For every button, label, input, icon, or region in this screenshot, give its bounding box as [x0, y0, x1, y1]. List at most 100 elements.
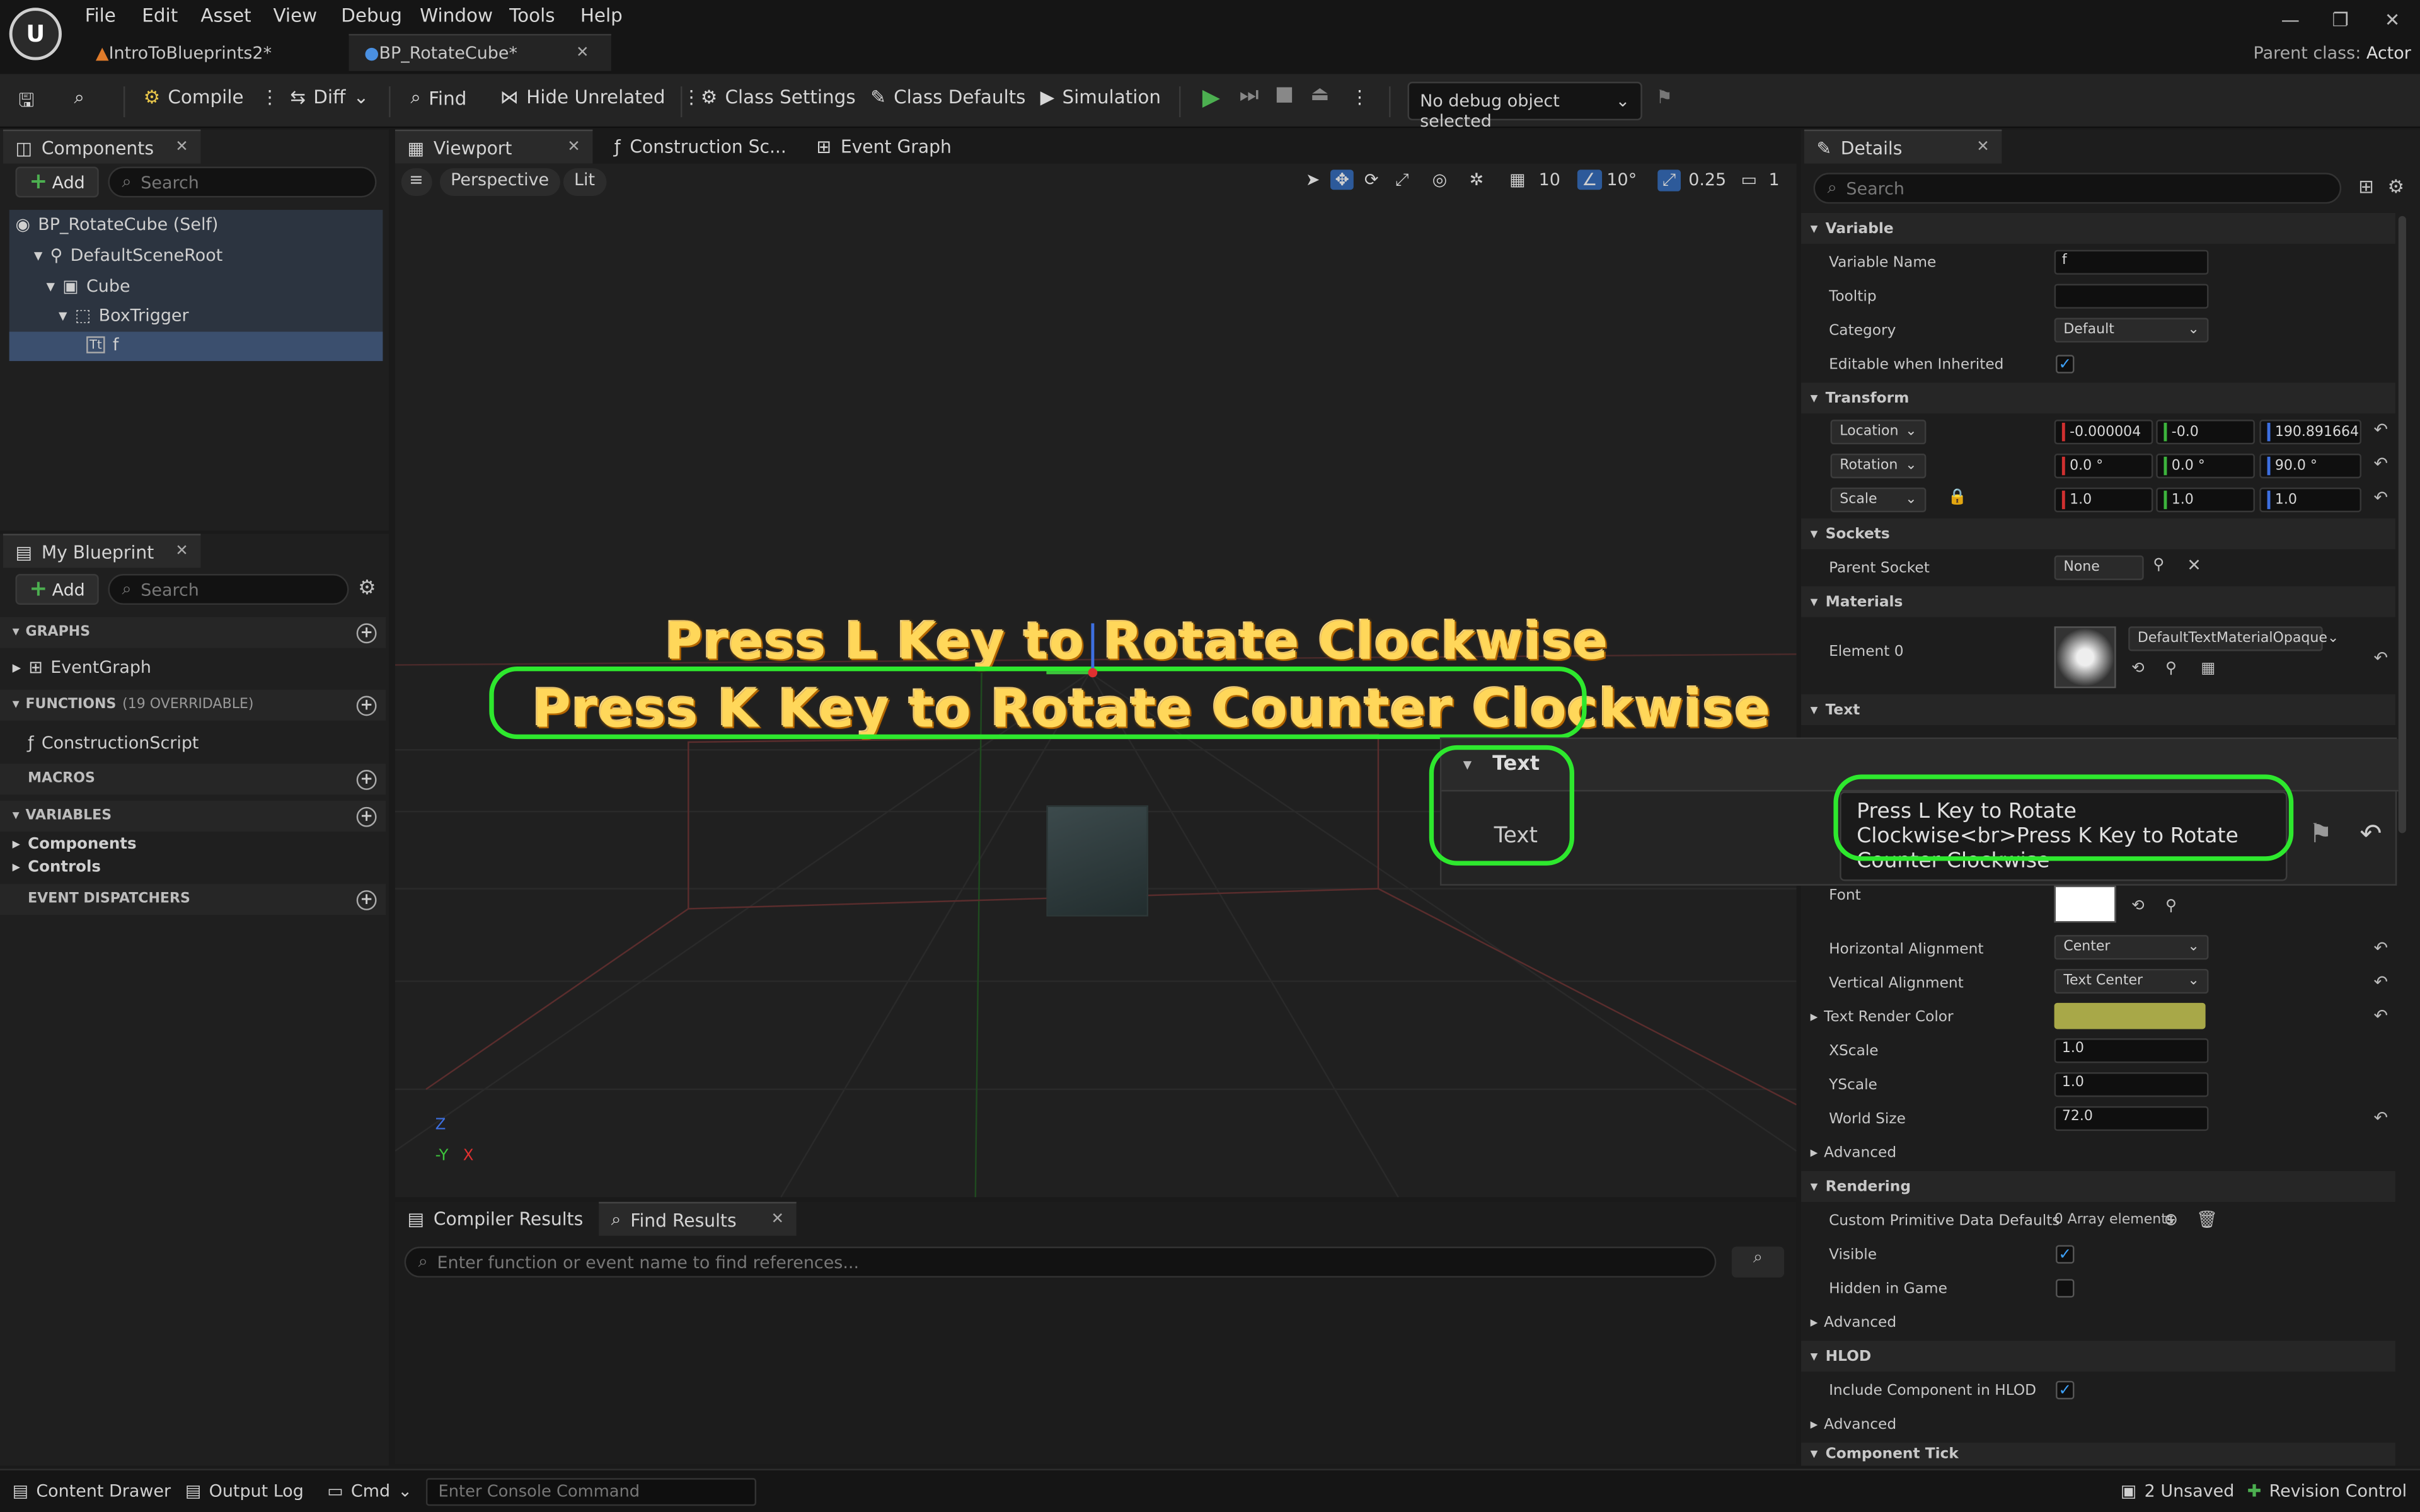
- section-component-tick[interactable]: ▾ Component Tick: [1801, 1442, 2395, 1466]
- checker-icon[interactable]: ▦: [2201, 660, 2215, 677]
- trash-icon[interactable]: 🗑: [2196, 1210, 2218, 1230]
- section-materials[interactable]: ▾ Materials: [1801, 586, 2395, 617]
- tab-viewport[interactable]: ▦ Viewport ✕: [395, 129, 593, 164]
- menu-window[interactable]: Window: [420, 4, 493, 26]
- save-icon[interactable]: 🖫: [18, 86, 34, 118]
- details-scrollbar[interactable]: [2398, 215, 2406, 833]
- section-macros[interactable]: MACROS +: [0, 764, 386, 795]
- more-options-icon[interactable]: ⋮: [1351, 86, 1369, 108]
- grid-snap-icon[interactable]: ▦: [1509, 169, 1525, 190]
- graph-item-eventgraph[interactable]: ▸ ⊞ EventGraph: [13, 657, 151, 677]
- restore-icon[interactable]: ❐: [2332, 9, 2348, 31]
- rotate-mode-icon[interactable]: ⟳: [1364, 169, 1379, 190]
- revision-control-button[interactable]: ✚ Revision Control: [2247, 1481, 2407, 1501]
- reset-to-default-icon[interactable]: ↶: [2374, 648, 2388, 668]
- tab-bp-rotatecube[interactable]: ● BP_RotateCube* ✕: [349, 33, 611, 71]
- section-text[interactable]: ▾ Text: [1801, 694, 2395, 726]
- localization-flag-icon[interactable]: ⚑: [2309, 819, 2332, 850]
- menu-help[interactable]: Help: [580, 4, 623, 26]
- rotation-y-input[interactable]: 0.0 °: [2156, 454, 2255, 479]
- menu-view[interactable]: View: [273, 4, 317, 26]
- scale-dropdown[interactable]: Scale ⌄: [1830, 487, 1927, 513]
- content-drawer-button[interactable]: ▤ Content Drawer: [13, 1481, 171, 1501]
- translate-mode-icon[interactable]: ✥: [1330, 169, 1354, 190]
- reset-to-default-icon[interactable]: ↶: [2374, 1006, 2388, 1026]
- function-item-constructionscript[interactable]: ƒ ConstructionScript: [28, 733, 199, 753]
- clear-icon[interactable]: ✕: [2187, 556, 2201, 576]
- lit-button[interactable]: Lit: [563, 168, 606, 197]
- location-z-input[interactable]: 190.891664: [2259, 420, 2361, 445]
- tab-find-results[interactable]: ⌕ Find Results ✕: [599, 1201, 797, 1236]
- rotation-x-input[interactable]: 0.0 °: [2054, 454, 2153, 479]
- tab-compiler-results[interactable]: ▤ Compiler Results: [395, 1202, 596, 1236]
- editable-checkbox[interactable]: ✓: [2056, 355, 2075, 374]
- browse-icon[interactable]: ⚲: [2165, 898, 2177, 915]
- menu-debug[interactable]: Debug: [341, 4, 402, 26]
- more-options-icon[interactable]: ⋮: [682, 86, 700, 108]
- debug-object-dropdown[interactable]: No debug object selected ⌄: [1407, 81, 1642, 131]
- tab-construction-script[interactable]: ƒ Construction Sc...: [602, 130, 799, 164]
- find-button[interactable]: ⌕ Find: [410, 86, 466, 110]
- add-member-button[interactable]: + Add: [15, 574, 99, 605]
- section-variables[interactable]: ▾ VARIABLES +: [0, 801, 386, 832]
- menu-asset[interactable]: Asset: [200, 4, 251, 26]
- hlod-advanced-toggle[interactable]: ▸ Advanced: [1811, 1416, 1896, 1433]
- variable-category-controls[interactable]: ▸ Controls: [13, 859, 101, 876]
- valign-dropdown[interactable]: Text Center ⌄: [2054, 968, 2209, 994]
- gear-icon[interactable]: ⚙: [2388, 176, 2404, 197]
- material-thumbnail[interactable]: [2054, 626, 2116, 689]
- reset-to-default-icon[interactable]: ↶: [2374, 454, 2388, 474]
- browse-icon[interactable]: ⚲: [2165, 660, 2177, 677]
- reset-to-default-icon[interactable]: ↶: [2360, 819, 2382, 850]
- text-render-color-swatch[interactable]: [2054, 1002, 2206, 1029]
- include-hlod-checkbox[interactable]: ✓: [2056, 1380, 2075, 1400]
- rotation-dropdown[interactable]: Rotation ⌄: [1830, 454, 1927, 479]
- class-settings-button[interactable]: ⚙ Class Settings: [701, 86, 856, 108]
- rendering-advanced-toggle[interactable]: ▸ Advanced: [1811, 1315, 1896, 1332]
- variable-category-components[interactable]: ▸ Components: [13, 836, 137, 853]
- minimize-icon[interactable]: —: [2281, 9, 2300, 31]
- step-icon[interactable]: ⏭: [1240, 83, 1259, 108]
- unreal-logo-icon[interactable]: U: [9, 8, 62, 60]
- section-event-dispatchers[interactable]: EVENT DISPATCHERS +: [0, 884, 386, 915]
- add-element-icon[interactable]: ⊕: [2164, 1210, 2178, 1230]
- close-window-icon[interactable]: ✕: [2385, 9, 2400, 31]
- close-icon[interactable]: ✕: [1976, 139, 1990, 156]
- section-functions[interactable]: ▾ FUNCTIONS (19 OVERRIDABLE) +: [0, 689, 386, 721]
- surface-snap-icon[interactable]: ✲: [1469, 169, 1484, 190]
- close-icon[interactable]: ✕: [175, 139, 188, 156]
- close-icon[interactable]: ✕: [576, 45, 589, 62]
- find-references-input[interactable]: ⌕ Enter function or event name to find re…: [404, 1246, 1717, 1278]
- section-hlod[interactable]: ▾ HLOD: [1801, 1341, 2395, 1372]
- eject-icon[interactable]: ⏏: [1310, 83, 1329, 106]
- rotation-z-input[interactable]: 90.0 °: [2259, 454, 2361, 479]
- parent-socket-field[interactable]: None: [2054, 555, 2144, 580]
- more-options-icon[interactable]: ⋮: [260, 86, 279, 108]
- browse-icon[interactable]: ⌕: [74, 86, 84, 110]
- visible-checkbox[interactable]: ✓: [2056, 1245, 2075, 1264]
- console-command-input[interactable]: Enter Console Command: [425, 1478, 757, 1506]
- rotation-snap-icon[interactable]: ∠: [1577, 169, 1602, 190]
- halign-dropdown[interactable]: Center ⌄: [2054, 935, 2209, 960]
- viewport[interactable]: ≡ Perspective Lit ➤ ✥ ⟳ ⤢ ◎ ✲ ▦ 10 ∠ 10°…: [395, 163, 1797, 1198]
- tooltip-input[interactable]: [2054, 284, 2209, 309]
- menu-edit[interactable]: Edit: [142, 4, 178, 26]
- yscale-input[interactable]: 1.0: [2054, 1072, 2209, 1097]
- simulation-button[interactable]: ▶ Simulation: [1040, 86, 1161, 108]
- scale-mode-icon[interactable]: ⤢: [1395, 169, 1409, 191]
- close-icon[interactable]: ✕: [175, 543, 188, 560]
- location-y-input[interactable]: -0.0: [2156, 420, 2255, 445]
- table-view-icon[interactable]: ⊞: [2358, 176, 2374, 197]
- stop-icon[interactable]: ■: [1275, 83, 1294, 106]
- world-local-icon[interactable]: ◎: [1432, 169, 1448, 190]
- perspective-button[interactable]: Perspective: [439, 168, 560, 197]
- tab-intro-to-blueprints[interactable]: ▲ IntroToBlueprints2*: [80, 34, 345, 71]
- diff-button[interactable]: ⇆ Diff ⌄: [290, 86, 369, 108]
- select-mode-icon[interactable]: ➤: [1306, 169, 1320, 190]
- font-thumbnail[interactable]: [2054, 885, 2116, 923]
- tree-item-boxtrigger[interactable]: ▾ ⬚ BoxTrigger: [59, 306, 189, 326]
- find-in-all-blueprints-icon[interactable]: ⌕: [1731, 1246, 1785, 1278]
- scale-snap-value[interactable]: 0.25: [1688, 169, 1726, 190]
- tab-my-blueprint[interactable]: ▤ My Blueprint ✕: [3, 534, 201, 568]
- hamburger-menu-icon[interactable]: ≡: [401, 168, 432, 197]
